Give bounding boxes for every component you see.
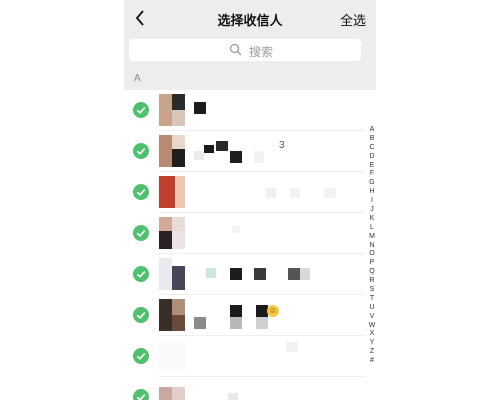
contact-row[interactable]: 3 — [124, 131, 364, 172]
index-letter-r[interactable]: R — [366, 277, 376, 286]
checked-icon[interactable] — [133, 102, 149, 118]
contact-name-trailing: 3 — [279, 140, 285, 151]
emoji-icon: ☺ — [267, 305, 279, 317]
index-letter-l[interactable]: L — [366, 224, 376, 233]
checked-icon[interactable] — [133, 184, 149, 200]
phone-screen: 选择收信人 全选 搜索 A 3 ☺ A B C D E F G H I J K … — [124, 0, 376, 400]
index-letter-i[interactable]: I — [366, 197, 376, 206]
section-header: A — [124, 70, 376, 90]
contact-row[interactable] — [124, 213, 364, 254]
contact-name — [194, 342, 354, 362]
avatar — [159, 340, 185, 372]
index-letter-e[interactable]: E — [366, 162, 376, 171]
index-letter-j[interactable]: J — [366, 206, 376, 215]
contact-name: ☺ — [194, 305, 354, 329]
contact-name — [194, 225, 354, 239]
avatar — [159, 217, 185, 249]
checked-icon[interactable] — [133, 266, 149, 282]
section-letter: A — [134, 73, 141, 84]
index-letter-c[interactable]: C — [366, 144, 376, 153]
index-letter-b[interactable]: B — [366, 135, 376, 144]
index-letter-w[interactable]: W — [366, 322, 376, 331]
checked-icon[interactable] — [133, 143, 149, 159]
contact-row[interactable] — [124, 172, 364, 213]
contact-row[interactable] — [124, 336, 364, 377]
avatar — [159, 176, 185, 208]
avatar — [159, 94, 185, 126]
checked-icon[interactable] — [133, 307, 149, 323]
top-nav-bar: 选择收信人 全选 — [124, 0, 376, 36]
contact-name — [194, 266, 354, 280]
search-input[interactable]: 搜索 — [129, 39, 361, 61]
index-letter-s[interactable]: S — [366, 286, 376, 295]
avatar — [159, 381, 185, 400]
avatar — [159, 299, 185, 331]
index-letter-v[interactable]: V — [366, 313, 376, 322]
index-letter-z[interactable]: Z — [366, 348, 376, 357]
index-letter-x[interactable]: X — [366, 330, 376, 339]
contact-row[interactable] — [124, 90, 364, 131]
contact-name — [194, 389, 354, 400]
index-letter-g[interactable]: G — [366, 179, 376, 188]
index-letter-f[interactable]: F — [366, 170, 376, 179]
contact-name: 3 — [194, 140, 354, 163]
index-letter-q[interactable]: Q — [366, 268, 376, 277]
checked-icon[interactable] — [133, 389, 149, 400]
checked-icon[interactable] — [133, 348, 149, 364]
search-area: 搜索 — [124, 36, 376, 70]
index-letter-o[interactable]: O — [366, 250, 376, 259]
avatar — [159, 135, 185, 167]
contact-name — [194, 184, 354, 198]
search-placeholder: 搜索 — [249, 45, 274, 59]
alphabet-index[interactable]: A B C D E F G H I J K L M N O P Q R S T … — [366, 126, 376, 366]
index-letter-m[interactable]: M — [366, 233, 376, 242]
contact-row[interactable] — [124, 254, 364, 295]
index-letter-h[interactable]: H — [366, 188, 376, 197]
search-icon — [229, 43, 242, 56]
contact-name — [194, 102, 354, 116]
index-letter-a[interactable]: A — [366, 126, 376, 135]
index-letter-hash[interactable]: # — [366, 357, 376, 366]
contact-row[interactable] — [124, 377, 364, 400]
select-all-button[interactable]: 全选 — [340, 10, 366, 29]
avatar — [159, 258, 185, 290]
page-title: 选择收信人 — [217, 13, 283, 28]
index-letter-p[interactable]: P — [366, 259, 376, 268]
contact-row[interactable]: ☺ — [124, 295, 364, 336]
index-letter-d[interactable]: D — [366, 153, 376, 162]
index-letter-n[interactable]: N — [366, 242, 376, 251]
index-letter-u[interactable]: U — [366, 304, 376, 313]
index-letter-y[interactable]: Y — [366, 339, 376, 348]
checked-icon[interactable] — [133, 225, 149, 241]
index-letter-t[interactable]: T — [366, 295, 376, 304]
index-letter-k[interactable]: K — [366, 215, 376, 224]
